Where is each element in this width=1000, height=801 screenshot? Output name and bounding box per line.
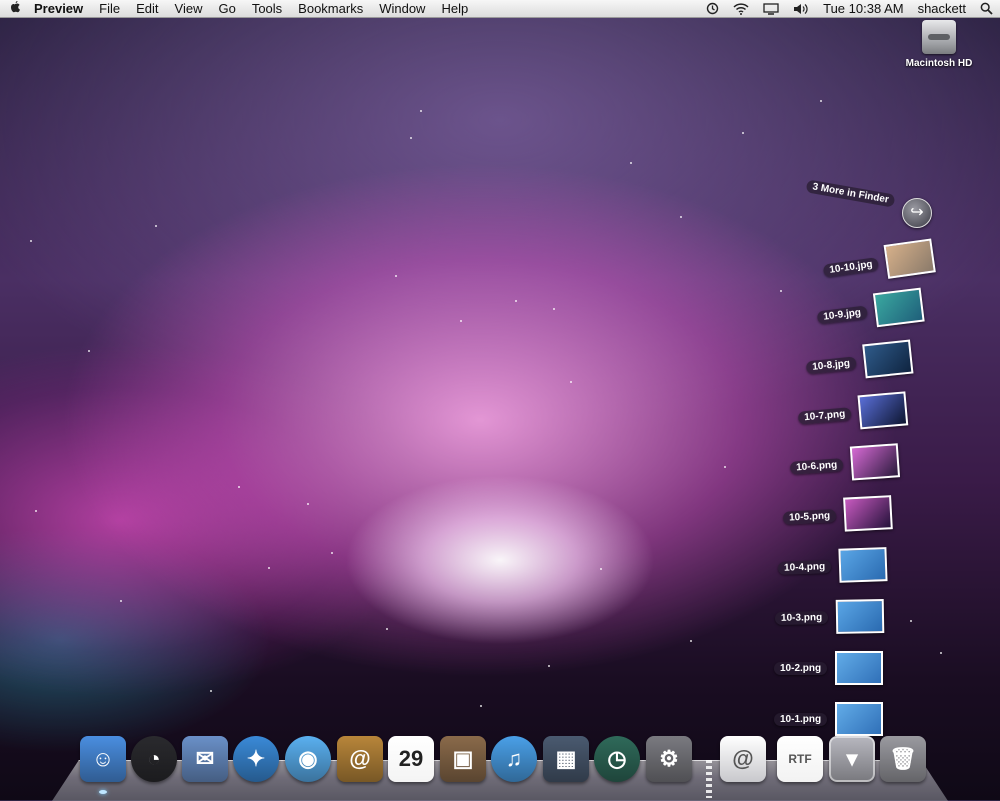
stack-item-thumbnail bbox=[857, 391, 909, 430]
menu-tools[interactable]: Tools bbox=[244, 0, 290, 18]
menu-edit[interactable]: Edit bbox=[128, 0, 166, 18]
stack-item-thumbnail bbox=[835, 651, 884, 685]
ical-face: 29 bbox=[388, 736, 434, 782]
safari-icon[interactable]: ✦ bbox=[233, 736, 279, 782]
stack-item-label: 10-1.png bbox=[774, 712, 828, 726]
rtf-document-face: RTF bbox=[777, 736, 823, 782]
mail-face: ✉ bbox=[182, 736, 228, 782]
display-icon[interactable] bbox=[756, 2, 786, 15]
hard-drive-icon bbox=[922, 20, 956, 54]
app-menu-preview[interactable]: Preview bbox=[30, 0, 91, 18]
address-book-icon[interactable]: @ bbox=[337, 736, 383, 782]
stack-item-label: 10-10.jpg bbox=[822, 256, 880, 278]
rtf-document-icon[interactable]: RTF bbox=[777, 736, 823, 782]
itunes-face: ♫ bbox=[491, 736, 537, 782]
menu-go[interactable]: Go bbox=[210, 0, 243, 18]
stack-item-label: 10-5.png bbox=[782, 508, 837, 525]
address-book-face: @ bbox=[337, 736, 383, 782]
stack-item-label: 10-2.png bbox=[774, 661, 828, 675]
menu-window[interactable]: Window bbox=[371, 0, 433, 18]
stack-item-thumbnail bbox=[849, 443, 901, 481]
stack-item-thumbnail bbox=[883, 238, 937, 279]
mail-icon[interactable]: ✉ bbox=[182, 736, 228, 782]
macintosh-hd-desktop-icon[interactable]: Macintosh HD bbox=[898, 20, 980, 69]
apple-menu-icon[interactable] bbox=[0, 0, 30, 17]
dashboard-icon[interactable]: ◔ bbox=[131, 736, 177, 782]
stack-item[interactable]: 10-3.png bbox=[774, 599, 885, 635]
dock: ☺ ◔ ✉ ✦ ◉ @29 ▣ ♫ ▦ ◷ ⚙ @ RTF ▾ 🗑 bbox=[0, 736, 1000, 794]
stack-item[interactable]: 10-9.jpg bbox=[815, 287, 925, 335]
menu-clock[interactable]: Tue 10:38 AM bbox=[816, 0, 910, 18]
system-preferences-face: ⚙ bbox=[646, 736, 692, 782]
trash-face: 🗑 bbox=[880, 736, 926, 782]
stack-item-label: 10-7.png bbox=[797, 406, 852, 425]
spaces-icon[interactable]: ▦ bbox=[543, 736, 589, 782]
ichat-icon[interactable]: ◉ bbox=[285, 736, 331, 782]
wifi-icon[interactable] bbox=[726, 2, 756, 15]
ichat-face: ◉ bbox=[285, 736, 331, 782]
stack-item-thumbnail bbox=[835, 599, 885, 634]
safari-face: ✦ bbox=[233, 736, 279, 782]
dashboard-face: ◔ bbox=[131, 736, 177, 782]
menu-file[interactable]: File bbox=[91, 0, 128, 18]
macintosh-hd-label: Macintosh HD bbox=[905, 58, 973, 69]
stack-item-label: 10-4.png bbox=[777, 559, 832, 575]
stack-item-thumbnail bbox=[835, 702, 884, 736]
menu-user[interactable]: shackett bbox=[911, 0, 973, 18]
downloads-stack-face: @ bbox=[720, 736, 766, 782]
stack-item[interactable]: 10-5.png bbox=[782, 495, 893, 535]
pictures-stack-face: ▾ bbox=[829, 736, 875, 782]
iphoto-face: ▣ bbox=[440, 736, 486, 782]
trash-icon[interactable]: 🗑 bbox=[880, 736, 926, 782]
menu-bar: Preview File Edit View Go Tools Bookmark… bbox=[0, 0, 1000, 18]
stack-item[interactable]: 10-1.png bbox=[774, 702, 884, 736]
menu-bookmarks[interactable]: Bookmarks bbox=[290, 0, 371, 18]
time-machine-icon[interactable] bbox=[699, 2, 726, 15]
spotlight-icon[interactable] bbox=[973, 2, 1000, 15]
menu-extras: Tue 10:38 AM shackett bbox=[699, 0, 1000, 18]
stack-item-label: 10-6.png bbox=[789, 457, 844, 475]
stack-item-label: 10-3.png bbox=[774, 610, 829, 625]
menu-help[interactable]: Help bbox=[433, 0, 476, 18]
iphoto-icon[interactable]: ▣ bbox=[440, 736, 486, 782]
volume-icon[interactable] bbox=[786, 3, 816, 15]
stack-item-label: 10-9.jpg bbox=[816, 304, 868, 324]
open-in-finder-arrow-icon[interactable]: ↪ bbox=[902, 198, 932, 228]
stack-item[interactable]: 10-8.jpg bbox=[805, 339, 914, 385]
time-machine-icon[interactable]: ◷ bbox=[594, 736, 640, 782]
time-machine-face: ◷ bbox=[594, 736, 640, 782]
stack-item-label: 10-8.jpg bbox=[805, 355, 857, 374]
stack-item-thumbnail bbox=[843, 495, 893, 532]
stack-item-thumbnail bbox=[838, 547, 888, 583]
stack-item-thumbnail bbox=[861, 339, 914, 379]
finder-icon[interactable]: ☺ bbox=[80, 736, 126, 794]
stack-item[interactable]: 10-10.jpg bbox=[821, 238, 937, 287]
stack-item[interactable]: 10-4.png bbox=[777, 547, 888, 585]
more-in-finder-label[interactable]: 3 More in Finder bbox=[805, 179, 896, 208]
itunes-icon[interactable]: ♫ bbox=[491, 736, 537, 782]
system-preferences-icon[interactable]: ⚙ bbox=[646, 736, 692, 782]
spaces-face: ▦ bbox=[543, 736, 589, 782]
stack-item[interactable]: 10-6.png bbox=[789, 443, 901, 485]
stack-item[interactable]: 10-2.png bbox=[774, 651, 884, 685]
pictures-stack-fan: 3 More in Finder ↪ 10-10.jpg 10-9.jpg 10-8… bbox=[0, 0, 1000, 800]
downloads-stack-icon[interactable]: @ bbox=[720, 736, 766, 782]
ical-icon[interactable]: 29 bbox=[388, 736, 434, 782]
menu-view[interactable]: View bbox=[167, 0, 211, 18]
stack-item[interactable]: 10-7.png bbox=[797, 391, 909, 434]
finder-face: ☺ bbox=[80, 736, 126, 782]
stack-item-thumbnail bbox=[872, 287, 925, 328]
running-indicator bbox=[99, 790, 107, 794]
pictures-stack-icon[interactable]: ▾ bbox=[829, 736, 875, 782]
